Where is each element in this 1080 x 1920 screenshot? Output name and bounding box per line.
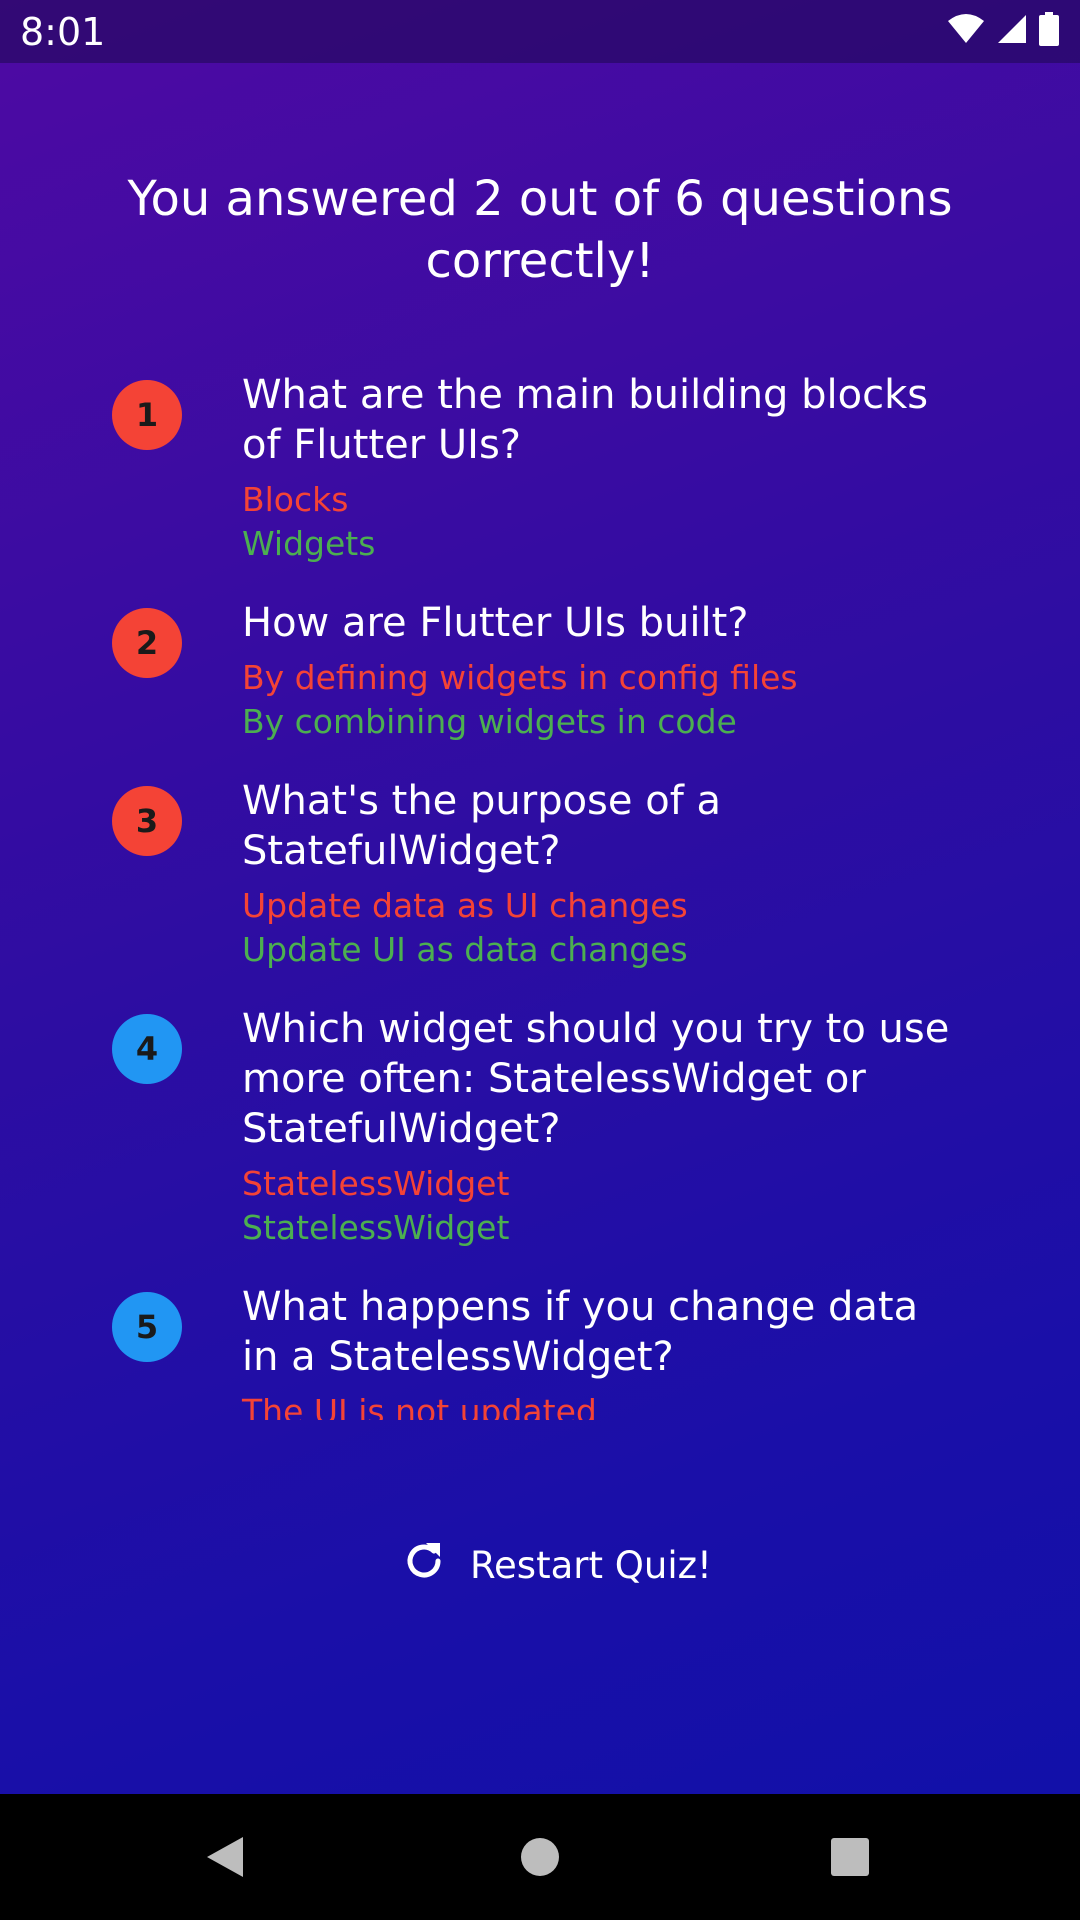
status-icons [946,12,1060,50]
summary-item: 3 What's the purpose of a StatefulWidget?… [0,776,1080,972]
wifi-icon [946,13,986,49]
question-index-badge: 3 [112,786,182,856]
summary-list[interactable]: 1 What are the main building blocks of Fl… [0,370,1080,1420]
summary-item-text: What are the main building blocks of Flu… [242,370,952,566]
question-text: What happens if you change data in a Sta… [242,1284,919,1380]
signal-icon [996,13,1028,49]
user-answer: The UI is not updated [242,1392,597,1420]
correct-answer: By combining widgets in code [242,702,737,741]
summary-item: 5 What happens if you change data in a St… [0,1282,1080,1420]
restart-quiz-button[interactable]: Restart Quiz! [390,1530,722,1600]
summary-item-text: What's the purpose of a StatefulWidget? U… [242,776,952,972]
user-answer: By defining widgets in config files [242,658,798,697]
question-text: How are Flutter UIs built? [242,600,749,646]
summary-item: 2 How are Flutter UIs built? By defining w… [0,598,1080,744]
restart-icon [400,1537,448,1594]
question-text: Which widget should you try to use more … [242,1006,950,1152]
status-time: 8:01 [20,10,106,54]
question-index-badge: 2 [112,608,182,678]
summary-item-text: What happens if you change data in a Sta… [242,1282,952,1420]
user-answer: Blocks [242,480,349,519]
question-text: What are the main building blocks of Flu… [242,372,929,468]
summary-item-text: Which widget should you try to use more … [242,1004,952,1250]
summary-item-text: How are Flutter UIs built? By defining wi… [242,598,952,744]
recents-icon[interactable] [815,1822,885,1892]
quiz-results-screen: 8:01 You answered 2 out of 6 questions c… [0,0,1080,1920]
correct-answer: StatelessWidget [242,1208,510,1247]
summary-item: 4 Which widget should you try to use more… [0,1004,1080,1250]
correct-answer: Widgets [242,524,376,563]
correct-answer: Update UI as data changes [242,930,688,969]
results-headline: You answered 2 out of 6 questions correc… [127,171,953,289]
navigation-bar [0,1794,1080,1920]
question-index-badge: 4 [112,1014,182,1084]
status-bar: 8:01 [0,0,1080,63]
question-index-badge: 1 [112,380,182,450]
question-text: What's the purpose of a StatefulWidget? [242,778,722,874]
user-answer: StatelessWidget [242,1164,510,1203]
summary-item: 1 What are the main building blocks of Fl… [0,370,1080,566]
restart-label: Restart Quiz! [470,1543,712,1587]
question-index-badge: 5 [112,1292,182,1362]
back-icon[interactable] [190,1822,260,1892]
battery-icon [1038,12,1060,50]
home-icon[interactable] [505,1822,575,1892]
user-answer: Update data as UI changes [242,886,688,925]
